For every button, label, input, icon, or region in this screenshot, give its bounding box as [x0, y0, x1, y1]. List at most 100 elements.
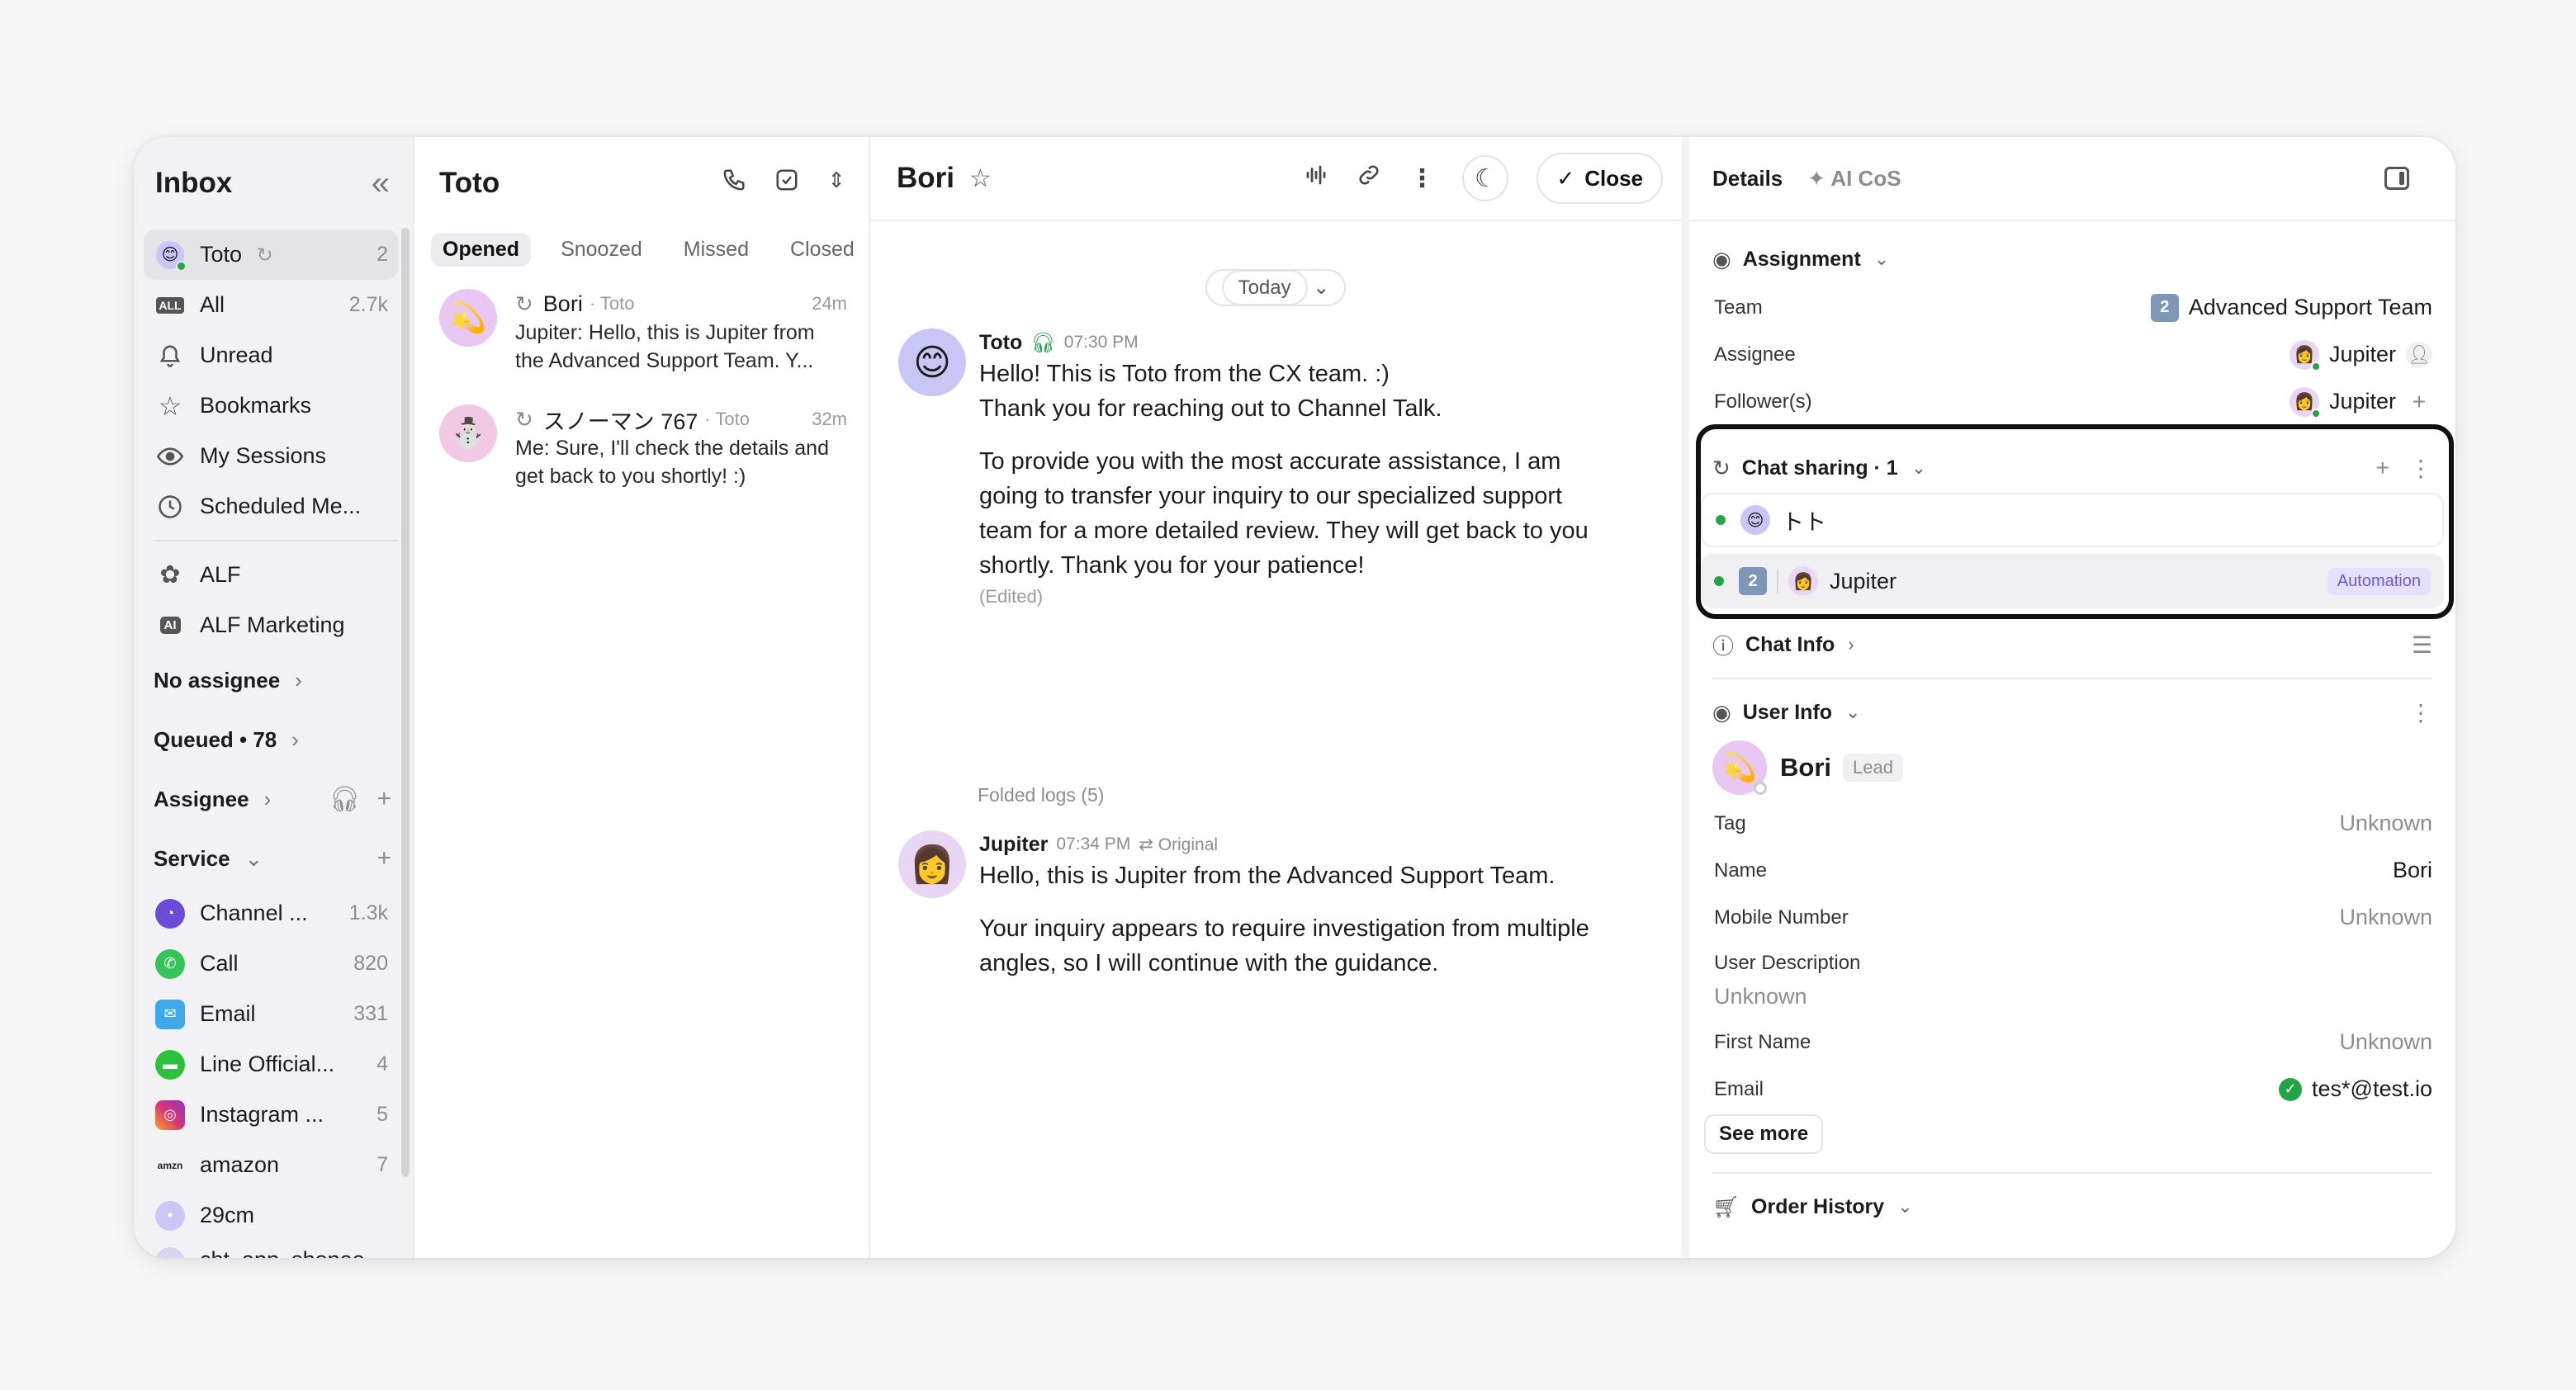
sidebar-header: Inbox «: [134, 137, 413, 229]
tab-opened[interactable]: Opened: [431, 232, 532, 267]
toggle-panel-icon[interactable]: [2384, 167, 2409, 190]
details-panel: Details ✦ AI CoS ◉ Assignment ⌄ Team 2 A…: [1689, 137, 2455, 1258]
instagram-icon: ◎: [155, 1099, 185, 1130]
chat-info-header[interactable]: ⓘ Chat Info › ☰: [1689, 620, 2455, 669]
chevron-down-icon: ⌄: [1845, 702, 1861, 722]
service-item-line[interactable]: ▬ Line Official... 4: [144, 1039, 398, 1090]
service-label: Line Official...: [200, 1052, 335, 1076]
ai-icon: AI: [155, 611, 185, 641]
field-value: Bori: [2392, 858, 2432, 882]
service-count: 331: [353, 1002, 388, 1025]
sidebar-item-scheduled[interactable]: Scheduled Me...: [144, 481, 398, 532]
phone-call-icon[interactable]: [722, 168, 746, 199]
folded-logs-link[interactable]: Folded logs (5): [978, 784, 1104, 806]
amazon-logo-icon: amzn: [157, 1159, 183, 1171]
assign-user-icon[interactable]: 👤︎: [2406, 341, 2432, 368]
more-vertical-icon[interactable]: ⋮: [1409, 164, 1434, 193]
message-jupiter: 👩 Jupiter 07:34 PM ⇄ Original Hello, thi…: [898, 830, 1631, 981]
info-icon: ⓘ: [1712, 633, 1735, 659]
profile-field-name[interactable]: Name Bori: [1689, 847, 2455, 894]
sidebar-item-label: Bookmarks: [200, 393, 312, 418]
follower-value[interactable]: 👩 Jupiter +: [2289, 386, 2432, 418]
profile-field-first-name[interactable]: First Name Unknown: [1689, 1019, 2455, 1066]
chat-list-panel: Toto ⇕ Opened Snoozed Missed Closed 💫 ↻: [413, 137, 870, 1258]
user-profile: 💫 Bori Lead: [1689, 737, 2455, 800]
field-label: User Description: [1714, 952, 1861, 974]
sidebar-item-alf-marketing[interactable]: AI ALF Marketing: [144, 600, 398, 650]
settings-sliders-icon[interactable]: ☰: [2412, 631, 2432, 659]
chat-time: 24m: [812, 293, 847, 314]
tab-missed[interactable]: Missed: [672, 233, 760, 267]
profile-field-mobile[interactable]: Mobile Number Unknown: [1689, 894, 2455, 941]
share-icon: ↻: [515, 291, 533, 316]
line-icon: ▬: [155, 1049, 185, 1080]
service-item-channel[interactable]: ◔ Channel ... 1.3k: [144, 888, 398, 938]
service-label: Email: [200, 1001, 256, 1026]
sparkle-icon: ✦: [1807, 165, 1826, 191]
date-filter-button[interactable]: Today ⌄: [1205, 269, 1347, 306]
service-item-call[interactable]: ✆ Call 820: [144, 938, 398, 989]
group-queued[interactable]: Queued • 78 ›: [134, 710, 413, 769]
sidebar-alf: ✿ ALF AI ALF Marketing: [134, 550, 413, 650]
team-badge: 2: [2150, 293, 2179, 322]
sidebar-item-toto[interactable]: 😊 Toto ↻ 2: [144, 229, 398, 280]
sidebar-scrollbar[interactable]: [401, 228, 410, 1177]
app-window: Inbox « 😊 Toto ↻ 2 ALL All 2.7k Unread ☆…: [134, 137, 2455, 1258]
avatar: 👩: [2289, 386, 2321, 418]
chat-preview: Jupiter: Hello, this is Jupiter from the…: [515, 321, 815, 372]
see-more-button[interactable]: See more: [1704, 1114, 1824, 1154]
sidebar-item-my-sessions[interactable]: My Sessions: [144, 431, 398, 481]
more-vertical-icon[interactable]: ⋮: [2409, 699, 2432, 726]
profile-field-email[interactable]: Email ✓ tes*@test.io: [1689, 1066, 2455, 1113]
add-icon[interactable]: +: [376, 844, 391, 872]
tab-closed[interactable]: Closed: [779, 233, 866, 267]
sidebar-item-label: ALF Marketing: [200, 612, 345, 637]
group-no-assignee[interactable]: No assignee ›: [134, 650, 413, 710]
profile-field-description[interactable]: User Description Unknown: [1689, 941, 2455, 1019]
profile-field-tag[interactable]: Tag Unknown: [1689, 800, 2455, 847]
tab-snoozed[interactable]: Snoozed: [549, 233, 654, 267]
sidebar-item-label: ALF: [200, 562, 241, 587]
team-value[interactable]: 2 Advanced Support Team: [2150, 293, 2432, 322]
assignment-section-header[interactable]: ◉ Assignment ⌄: [1689, 234, 2455, 284]
add-icon[interactable]: +: [376, 785, 391, 814]
chat-list-item[interactable]: ⛄ ↻ スノーマン 767 · Toto 32m Me: Sure, I'll …: [414, 388, 869, 504]
sidebar-item-all[interactable]: ALL All 2.7k: [144, 280, 398, 330]
order-history-header[interactable]: 🛒︎ Order History ⌄: [1689, 1182, 2455, 1232]
group-assignee[interactable]: Assignee › 🎧︎ +: [134, 769, 413, 829]
field-label: Team: [1714, 295, 1763, 319]
check-square-icon[interactable]: [774, 168, 799, 199]
service-item-29cm[interactable]: • 29cm: [144, 1190, 398, 1241]
avatar[interactable]: 💫: [1712, 740, 1767, 795]
sort-icon[interactable]: ⇕: [827, 168, 845, 199]
field-value: tes*@test.io: [2312, 1076, 2432, 1101]
tab-details[interactable]: Details: [1712, 166, 1783, 191]
phone-icon: ✆: [155, 948, 185, 979]
translate-original-toggle[interactable]: ⇄ Original: [1139, 834, 1218, 855]
assignee-value[interactable]: 👩 Jupiter 👤︎: [2289, 339, 2432, 371]
close-chat-button[interactable]: ✓ Close: [1537, 153, 1663, 204]
collapse-sidebar-icon[interactable]: «: [372, 167, 390, 200]
service-item-instagram[interactable]: ◎ Instagram ... 5: [144, 1090, 398, 1140]
service-item-email[interactable]: ✉ Email 331: [144, 989, 398, 1039]
service-avatar-icon: •: [155, 1247, 185, 1258]
message-toto: 😊 Toto 🎧︎ 07:30 PM Hello! This is Toto f…: [898, 329, 1631, 608]
sidebar-item-unread[interactable]: Unread: [144, 330, 398, 381]
star-icon[interactable]: ☆: [969, 164, 992, 193]
sidebar-item-bookmarks[interactable]: ☆ Bookmarks: [144, 381, 398, 431]
snooze-moon-icon[interactable]: ☾: [1462, 155, 1509, 201]
chat-list-item[interactable]: 💫 ↻ Bori · Toto 24m Jupiter: Hello, this…: [414, 269, 869, 388]
chevron-right-icon: ›: [295, 667, 302, 693]
chevron-down-icon: ⌄: [1897, 1196, 1913, 1217]
field-label: Mobile Number: [1714, 905, 1849, 929]
service-item-amazon[interactable]: amzn amazon 7: [144, 1140, 398, 1190]
group-service[interactable]: Service ⌄ +: [134, 829, 413, 888]
tab-ai-cos[interactable]: ✦ AI CoS: [1807, 166, 1901, 191]
add-follower-icon[interactable]: +: [2406, 389, 2432, 415]
headset-icon[interactable]: 🎧︎: [329, 785, 360, 814]
sidebar-item-alf[interactable]: ✿ ALF: [144, 550, 398, 600]
service-item-shopee[interactable]: • cht_app_shopee: [144, 1241, 398, 1258]
voice-wave-icon[interactable]: [1304, 163, 1328, 194]
user-info-header[interactable]: ◉ User Info ⌄ ⋮: [1689, 688, 2455, 737]
link-icon[interactable]: [1357, 163, 1381, 194]
